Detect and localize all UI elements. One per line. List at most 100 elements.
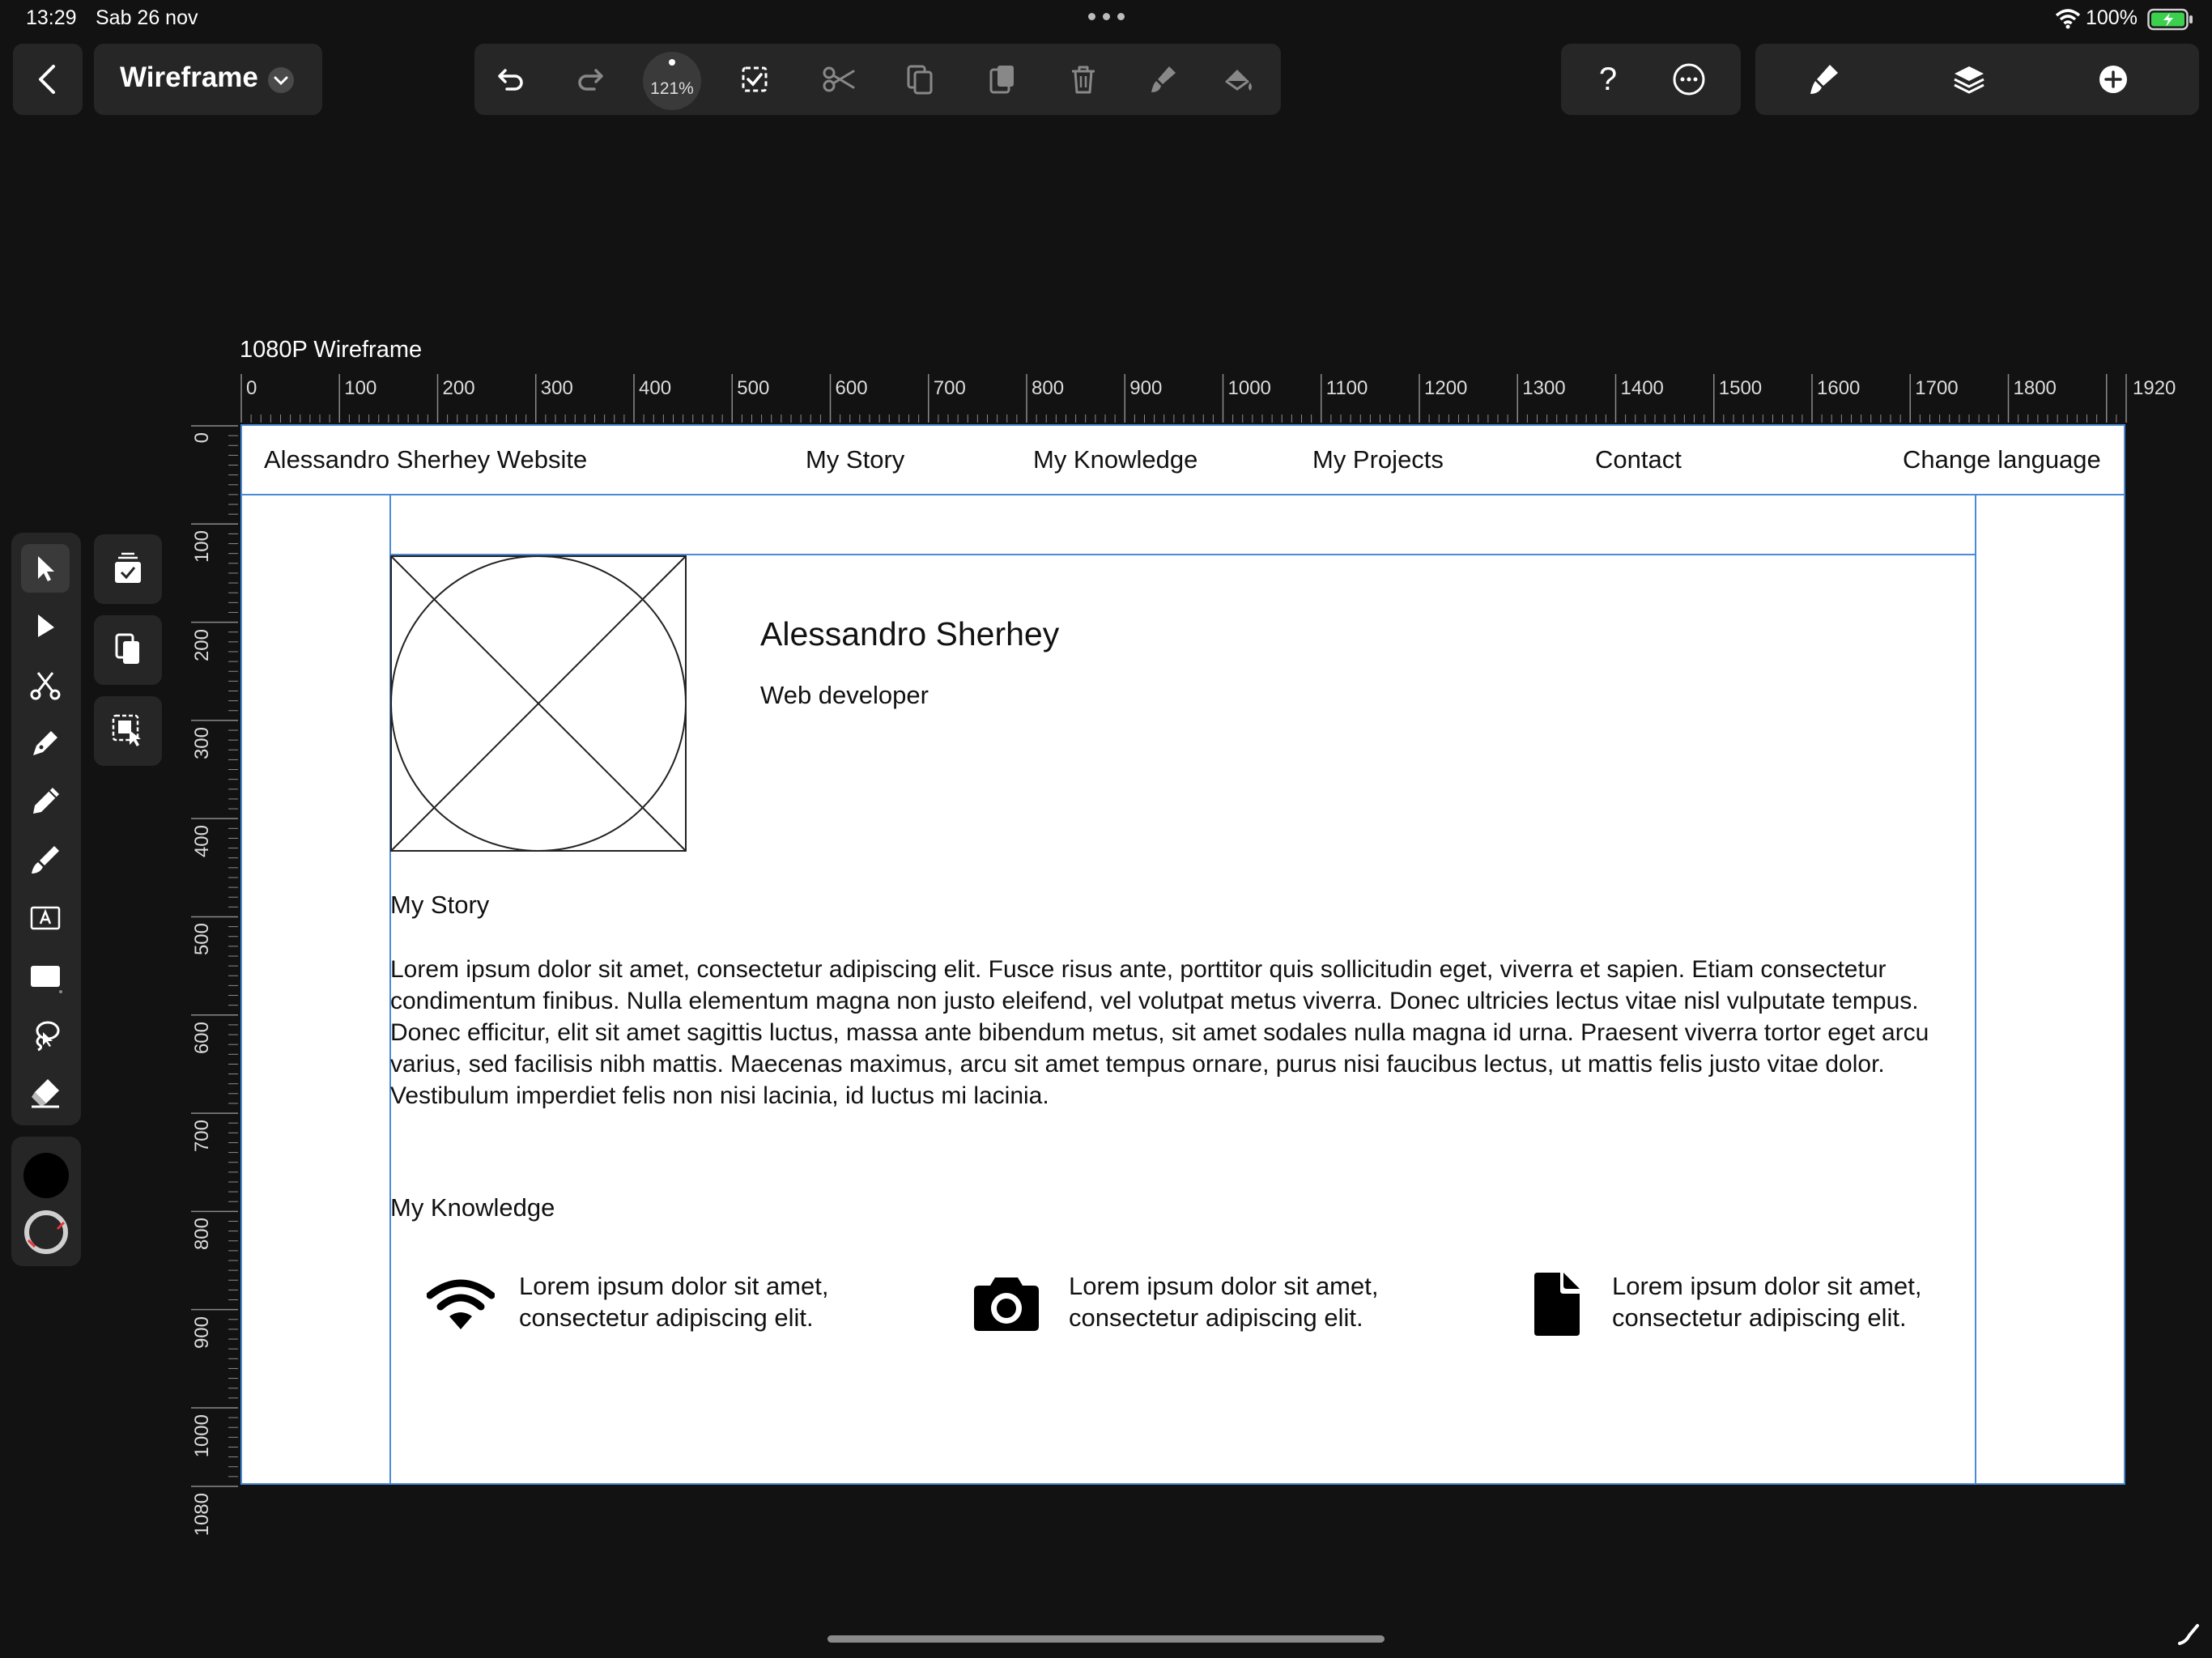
nav-change-language[interactable]: Change language [1903, 445, 2101, 474]
redo-button[interactable] [567, 55, 615, 104]
document-icon [1534, 1273, 1580, 1336]
ruler-label: 100 [191, 530, 213, 563]
ellipsis-circle-icon [1673, 63, 1705, 96]
knowledge-item-line1: Lorem ipsum dolor sit amet, [1612, 1272, 1922, 1300]
lasso-icon [36, 1021, 60, 1052]
nav-contact[interactable]: Contact [1595, 445, 1682, 474]
layers-button[interactable] [1945, 55, 1993, 104]
brush-icon [32, 846, 59, 874]
document-title-button[interactable]: Wireframe [94, 44, 322, 115]
brush-icon [1810, 65, 1838, 94]
home-indicator[interactable] [827, 1635, 1385, 1643]
color-panel [11, 1137, 81, 1266]
scissors-tool[interactable] [21, 661, 70, 709]
select-button[interactable] [730, 55, 779, 104]
ruler-label: 300 [540, 377, 573, 399]
story-paragraph: Lorem ipsum dolor sit amet, consectetur … [390, 956, 1929, 1109]
arrow-cursor-icon [38, 556, 54, 581]
brush-icon [1151, 66, 1176, 92]
ruler-label: 900 [191, 1316, 213, 1349]
paint-bucket-icon [1225, 70, 1252, 91]
zoom-level-button[interactable]: 121% [643, 52, 701, 110]
ruler-label: 1080 [191, 1493, 213, 1537]
ruler-label: 100 [344, 377, 377, 399]
duplicate-icon [115, 633, 139, 664]
pen-tool[interactable] [21, 719, 70, 767]
select-all-button[interactable] [94, 534, 162, 604]
ruler-label: 1600 [1817, 377, 1861, 399]
paste-button[interactable] [978, 55, 1027, 104]
text-box-icon [30, 906, 61, 930]
pen-nib-icon [33, 731, 57, 755]
horizontal-ruler [240, 374, 2127, 423]
wifi-status-icon [2055, 9, 2081, 29]
ruler-label: 600 [191, 1021, 213, 1054]
eraser-tool[interactable] [21, 1069, 70, 1117]
ruler-label: 1000 [1227, 377, 1271, 399]
ruler-label: 1700 [1915, 377, 1959, 399]
pencil-tool[interactable] [21, 777, 70, 826]
ruler-label: 1000 [191, 1414, 213, 1458]
text-tool[interactable] [21, 894, 70, 942]
artboard[interactable]: Alessandro Sherhey Website My Story My K… [240, 424, 2125, 1485]
fill-color-swatch[interactable] [23, 1153, 69, 1198]
scissors-icon [30, 672, 61, 700]
profile-image-placeholder[interactable] [390, 555, 687, 852]
ruler-label: 200 [442, 377, 475, 399]
knowledge-heading: My Knowledge [390, 1193, 555, 1222]
more-button[interactable] [1665, 55, 1713, 104]
direct-selection-tool[interactable] [21, 602, 70, 651]
fill-button[interactable] [1214, 55, 1263, 104]
nav-my-projects[interactable]: My Projects [1312, 445, 1444, 474]
select-same-button[interactable] [94, 696, 162, 766]
knowledge-item-line1: Lorem ipsum dolor sit amet, [519, 1272, 829, 1300]
zoom-dot [669, 59, 675, 66]
ruler-label: 800 [191, 1218, 213, 1251]
brush-tool[interactable] [21, 835, 70, 884]
battery-percent: 100% [2086, 6, 2138, 29]
chevron-left-icon [39, 65, 55, 94]
help-button[interactable]: ? [1584, 55, 1632, 104]
shape-tool[interactable] [21, 952, 70, 1001]
copy-button[interactable] [895, 55, 944, 104]
ruler-label: 500 [191, 923, 213, 956]
nav-my-knowledge[interactable]: My Knowledge [1033, 445, 1197, 474]
back-button[interactable] [13, 44, 83, 115]
status-date: Sab 26 nov [96, 6, 198, 29]
knowledge-item-line2: consectetur adipiscing elit. [519, 1303, 814, 1332]
selection-tool[interactable] [21, 544, 70, 593]
ruler-label: 0 [191, 432, 213, 444]
add-button[interactable] [2089, 55, 2138, 104]
stroke-color-swatch[interactable] [22, 1208, 70, 1256]
camera-icon [974, 1278, 1039, 1331]
ruler-label: 600 [835, 377, 868, 399]
ruler-label: 1100 [1325, 377, 1368, 399]
ruler-label: 900 [1129, 377, 1163, 399]
cut-button[interactable] [815, 55, 863, 104]
multitasking-dots-icon[interactable] [1088, 13, 1125, 20]
lasso-tool[interactable] [21, 1010, 70, 1059]
ruler-label: 1300 [1522, 377, 1566, 399]
ruler-label: 1400 [1620, 377, 1664, 399]
ruler-label: 500 [737, 377, 770, 399]
rectangle-icon [31, 966, 62, 993]
site-title[interactable]: Alessandro Sherhey Website [264, 445, 587, 474]
ruler-label: 700 [933, 377, 966, 399]
style-panel-button[interactable] [1799, 55, 1848, 104]
tools-panel [11, 533, 81, 1125]
style-brush-button[interactable] [1138, 55, 1187, 104]
knowledge-item-line2: consectetur adipiscing elit. [1069, 1303, 1363, 1332]
pencil-hover-icon [2178, 1624, 2199, 1645]
ruler-label: 200 [191, 628, 213, 661]
ruler-label: 400 [639, 377, 672, 399]
delete-button[interactable] [1059, 55, 1108, 104]
zoom-level: 121% [650, 79, 694, 98]
undo-button[interactable] [486, 55, 534, 104]
wifi-icon [427, 1279, 495, 1329]
scissors-icon [823, 66, 855, 92]
duplicate-button[interactable] [94, 615, 162, 685]
artboard-title: 1080P Wireframe [240, 337, 423, 363]
chevron-down-icon [268, 67, 294, 93]
nav-my-story[interactable]: My Story [806, 445, 904, 474]
eraser-icon [32, 1079, 59, 1108]
